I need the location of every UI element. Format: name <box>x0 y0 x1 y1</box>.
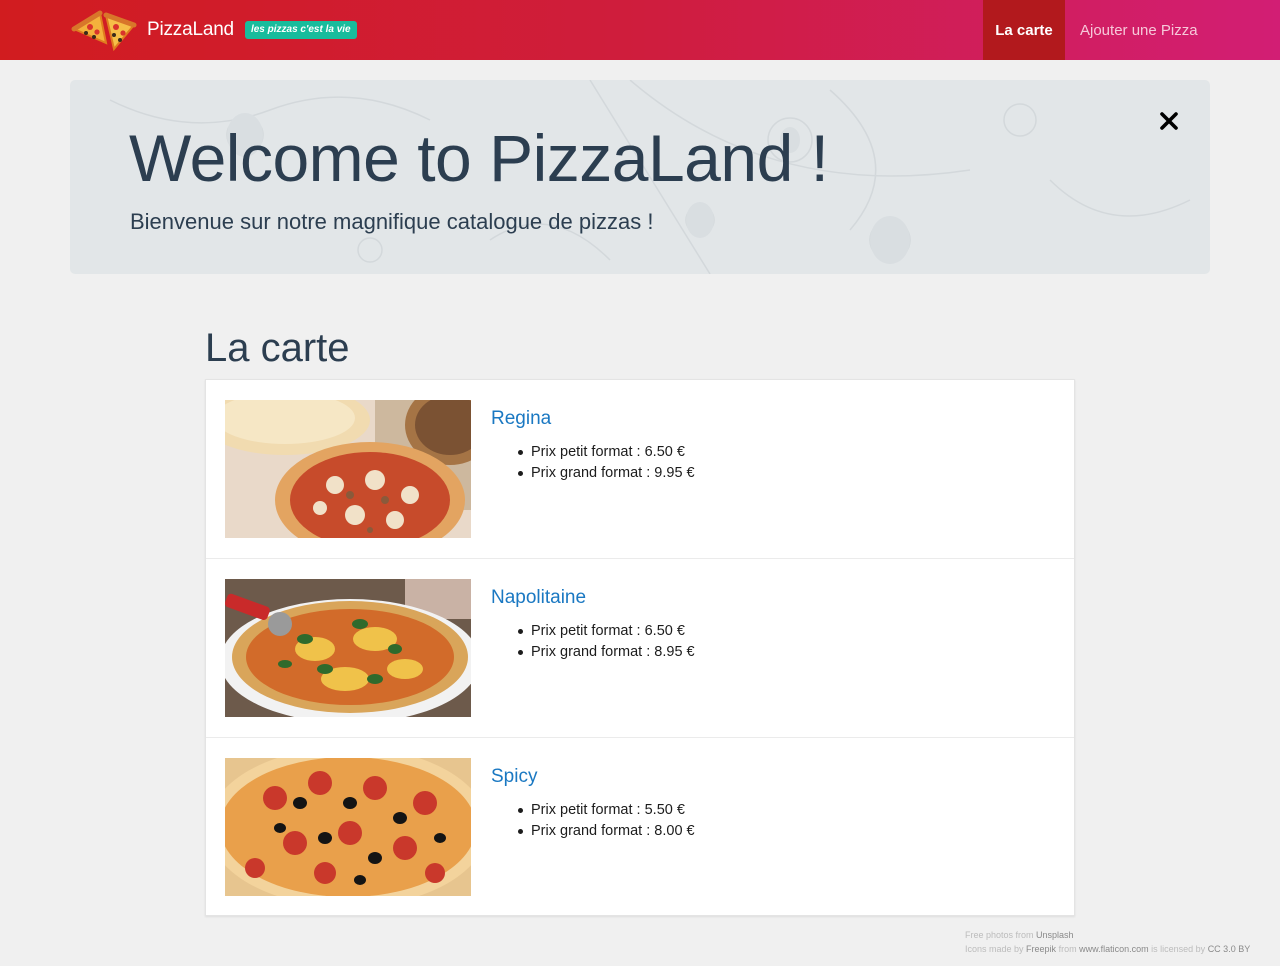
flaticon-link[interactable]: www.flaticon.com <box>1079 944 1149 954</box>
pizza-name-link[interactable]: Regina <box>491 408 551 430</box>
nav-ajouter-pizza[interactable]: Ajouter une Pizza <box>1065 0 1213 60</box>
unsplash-link[interactable]: Unsplash <box>1036 930 1074 940</box>
from-text: from <box>1058 944 1077 954</box>
welcome-jumbotron: Welcome to PizzaLand ! Bienvenue sur not… <box>70 80 1210 274</box>
slogan-badge: les pizzas c'est la vie <box>244 21 357 39</box>
page-subtitle: Bienvenue sur notre magnifique catalogue… <box>130 209 654 234</box>
icon-credit-line: Icons made by Freepik from www.flaticon.… <box>965 942 1250 956</box>
list-item: Regina Prix petit format : 6.50 € Prix g… <box>206 380 1074 559</box>
photo-credit-line: Free photos from Unsplash <box>965 928 1250 942</box>
large-price: Prix grand format : 9.95 € <box>518 463 695 484</box>
close-icon[interactable] <box>1155 107 1183 135</box>
navbar: PizzaLand les pizzas c'est la vie La car… <box>0 0 1280 60</box>
nav-la-carte[interactable]: La carte <box>983 0 1065 60</box>
small-price: Prix petit format : 6.50 € <box>518 621 695 642</box>
footer-credits: Free photos from Unsplash Icons made by … <box>965 928 1250 956</box>
section-title: La carte <box>205 326 350 370</box>
license-link[interactable]: CC 3.0 BY <box>1208 944 1251 954</box>
icon-credit-prefix: Icons made by <box>965 944 1024 954</box>
list-item: Spicy Prix petit format : 5.50 € Prix gr… <box>206 738 1074 917</box>
pizza-name-link[interactable]: Napolitaine <box>491 587 586 609</box>
regina-pizza-photo[interactable] <box>225 400 471 538</box>
pizza-name-link[interactable]: Spicy <box>491 766 537 788</box>
spicy-pizza-photo[interactable] <box>225 758 471 896</box>
small-price: Prix petit format : 5.50 € <box>518 800 695 821</box>
freepik-link[interactable]: Freepik <box>1026 944 1056 954</box>
page-title: Welcome to PizzaLand ! <box>129 121 829 195</box>
price-list: Prix petit format : 5.50 € Prix grand fo… <box>518 800 695 842</box>
license-prefix: is licensed by <box>1151 944 1206 954</box>
price-list: Prix petit format : 6.50 € Prix grand fo… <box>518 621 695 663</box>
price-list: Prix petit format : 6.50 € Prix grand fo… <box>518 442 695 484</box>
pizza-list: Regina Prix petit format : 6.50 € Prix g… <box>205 379 1075 916</box>
brand-link[interactable]: PizzaLand les pizzas c'est la vie <box>70 0 357 60</box>
list-item: Napolitaine Prix petit format : 6.50 € P… <box>206 559 1074 738</box>
napolitaine-pizza-photo[interactable] <box>225 579 471 717</box>
pizza-logo-icon <box>71 10 137 52</box>
small-price: Prix petit format : 6.50 € <box>518 442 695 463</box>
large-price: Prix grand format : 8.95 € <box>518 642 695 663</box>
brand-name: PizzaLand <box>147 19 234 40</box>
large-price: Prix grand format : 8.00 € <box>518 821 695 842</box>
photo-credit-prefix: Free photos from <box>965 930 1034 940</box>
